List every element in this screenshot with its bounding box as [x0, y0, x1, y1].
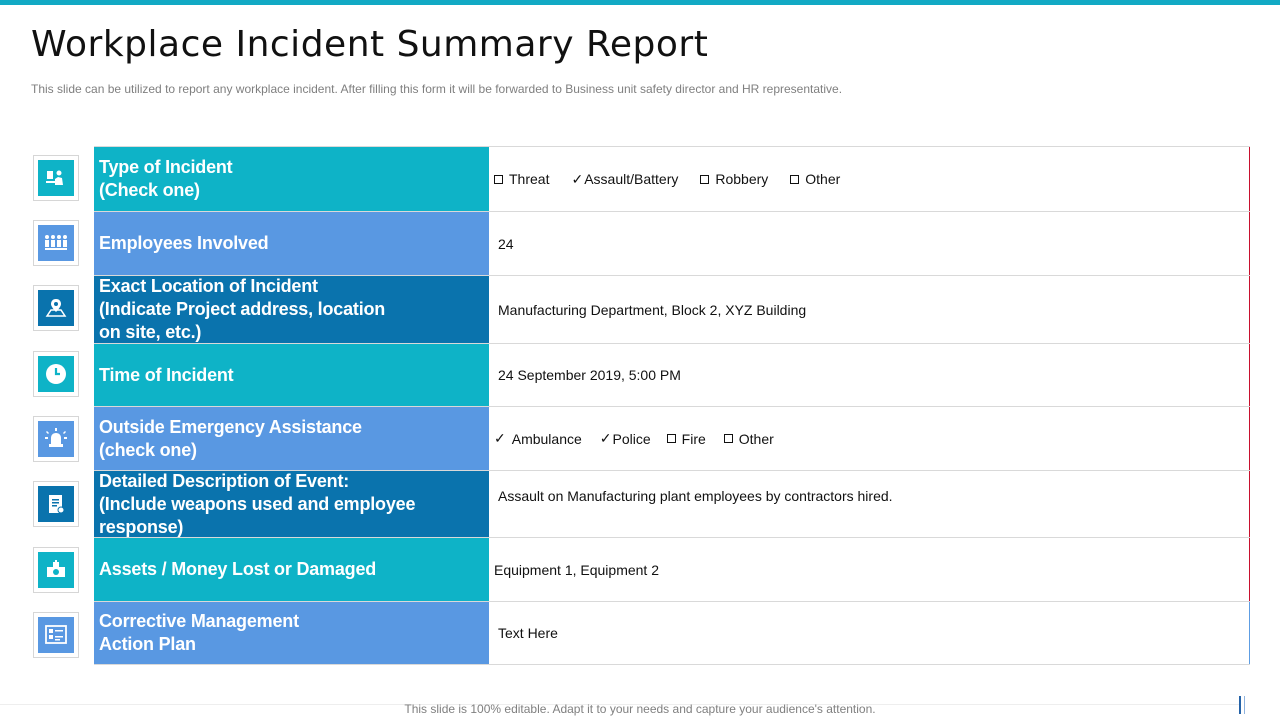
option-police[interactable]: ✓ Police [600, 430, 651, 447]
row-type-of-incident: Type of Incident (Check one) Threat ✓ Ass… [94, 146, 1250, 211]
checkbox-unchecked-icon[interactable] [494, 174, 503, 184]
row-label: Type of Incident (Check one) [94, 147, 489, 211]
row-value[interactable]: Text Here [489, 602, 1250, 664]
row-emergency-assistance: Outside Emergency Assistance (check one)… [94, 406, 1250, 470]
checkbox-unchecked-icon[interactable] [723, 434, 733, 443]
location-map-icon [33, 285, 79, 331]
document-report-icon [33, 481, 79, 527]
row-label: Detailed Description of Event: (Include … [94, 471, 489, 537]
row-value[interactable]: Assault on Manufacturing plant employees… [489, 471, 1250, 537]
row-value[interactable]: Equipment 1, Equipment 2 [489, 538, 1250, 601]
money-icon [33, 547, 79, 593]
planning-board-icon [33, 612, 79, 658]
row-label: Assets / Money Lost or Damaged [94, 538, 489, 601]
emergency-siren-icon [33, 416, 79, 462]
top-accent-bar [0, 0, 1280, 5]
emergency-assistance-options: ✓ Ambulance ✓ Police Fire Other [489, 407, 1250, 470]
checkmark-icon[interactable]: ✓ [571, 171, 583, 188]
row-value[interactable]: 24 [489, 212, 1250, 275]
row-corrective-action: Corrective Management Action Plan Text H… [94, 601, 1250, 665]
checkbox-unchecked-icon[interactable] [790, 174, 800, 184]
checkbox-unchecked-icon[interactable] [666, 434, 676, 443]
option-other[interactable]: Other [790, 171, 840, 187]
row-detailed-description: Detailed Description of Event: (Include … [94, 470, 1250, 537]
checkbox-unchecked-icon[interactable] [700, 174, 710, 184]
row-label: Corrective Management Action Plan [94, 602, 489, 664]
row-employees-involved: Employees Involved 24 [94, 211, 1250, 275]
option-assault-battery[interactable]: ✓ Assault/Battery [571, 171, 678, 188]
corner-mark [1239, 696, 1245, 714]
row-label: Time of Incident [94, 344, 489, 406]
checkmark-icon[interactable]: ✓ [600, 430, 612, 447]
option-other[interactable]: Other [723, 431, 774, 447]
page-subtitle: This slide can be utilized to report any… [31, 82, 843, 96]
checkmark-icon[interactable]: ✓ [494, 430, 506, 447]
incident-form-table: Type of Incident (Check one) Threat ✓ Ass… [94, 146, 1250, 665]
row-exact-location: Exact Location of Incident (Indicate Pro… [94, 275, 1250, 343]
row-label: Outside Emergency Assistance (check one) [94, 407, 489, 470]
option-robbery[interactable]: Robbery [700, 171, 768, 187]
incident-type-options: Threat ✓ Assault/Battery Robbery Other [489, 147, 1250, 211]
option-threat[interactable]: Threat [494, 171, 549, 187]
row-time-of-incident: Time of Incident 24 September 2019, 5:00… [94, 343, 1250, 406]
option-ambulance[interactable]: ✓ Ambulance [494, 430, 582, 447]
row-value[interactable]: Manufacturing Department, Block 2, XYZ B… [489, 276, 1250, 343]
clock-icon [33, 351, 79, 397]
row-label: Exact Location of Incident (Indicate Pro… [94, 276, 489, 343]
row-value[interactable]: 24 September 2019, 5:00 PM [489, 344, 1250, 406]
option-fire[interactable]: Fire [666, 431, 706, 447]
row-label: Employees Involved [94, 212, 489, 275]
footer-note: This slide is 100% editable. Adapt it to… [404, 702, 876, 716]
row-assets-lost: Assets / Money Lost or Damaged Equipment… [94, 537, 1250, 601]
people-group-icon [33, 220, 79, 266]
page-title: Workplace Incident Summary Report [31, 24, 709, 65]
meeting-icon [33, 155, 79, 201]
